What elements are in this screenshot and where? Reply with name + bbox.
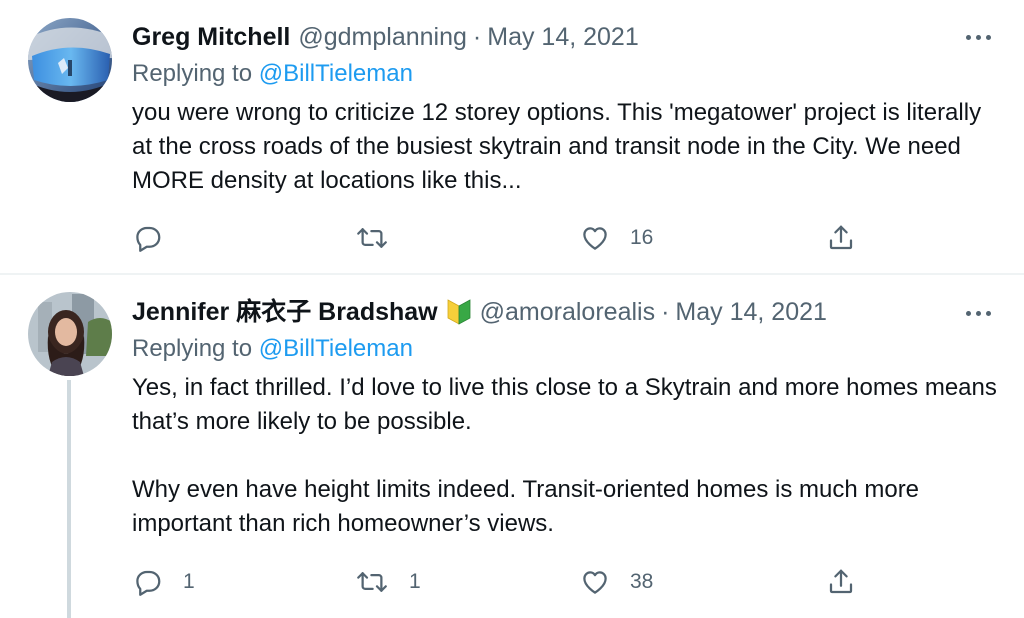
reply-button[interactable]: 1 [133, 562, 195, 602]
tweet-header: Greg Mitchell @gdmplanning · May 14, 202… [132, 22, 639, 52]
tweet-date[interactable]: May 14, 2021 [487, 22, 639, 52]
share-button[interactable] [826, 218, 856, 258]
retweet-count: 1 [409, 570, 421, 593]
action-bar: 1 1 38 [0, 562, 1024, 602]
tweet-jennifer-bradshaw[interactable]: Jennifer 麻衣子 Bradshaw @amoralorealis · M… [0, 275, 1024, 618]
replying-to: Replying to @BillTieleman [132, 59, 413, 89]
retweet-arrows-icon [357, 228, 387, 248]
reply-bubble-icon [136, 226, 161, 252]
replying-prefix: Replying to [132, 60, 259, 87]
avatar[interactable] [28, 292, 112, 376]
avatar[interactable] [28, 18, 112, 102]
japanese-beginner-badge-icon [447, 299, 471, 325]
reply-button[interactable] [133, 218, 163, 258]
action-bar: 16 [0, 218, 1024, 258]
reply-bubble-icon [136, 570, 161, 596]
retweet-arrows-icon [357, 572, 387, 592]
author-handle[interactable]: @amoralorealis [480, 297, 655, 327]
heart-icon [583, 571, 607, 594]
separator-dot: · [661, 298, 670, 326]
replying-mention-link[interactable]: @BillTieleman [259, 60, 413, 87]
tweet-paragraph: Yes, in fact thrilled. I’d love to live … [132, 374, 997, 435]
like-count: 38 [630, 570, 654, 593]
like-button[interactable]: 16 [580, 218, 653, 258]
retweet-button[interactable]: 1 [355, 562, 421, 602]
more-dots-icon[interactable] [958, 27, 998, 47]
author-name[interactable]: Greg Mitchell [132, 22, 290, 52]
replying-prefix: Replying to [132, 335, 259, 362]
share-upload-icon [829, 225, 853, 250]
tweet-date[interactable]: May 14, 2021 [675, 297, 827, 327]
heart-icon [583, 227, 607, 250]
author-name[interactable]: Jennifer 麻衣子 Bradshaw [132, 297, 438, 327]
like-count: 16 [630, 226, 654, 249]
author-handle[interactable]: @gdmplanning [298, 22, 467, 52]
reply-count: 1 [183, 570, 195, 593]
share-button[interactable] [826, 562, 856, 602]
tweet-paragraph: you were wrong to criticize 12 storey op… [132, 99, 982, 194]
more-dots-icon[interactable] [958, 303, 998, 323]
share-upload-icon [829, 569, 853, 594]
tweet-text: Yes, in fact thrilled. I’d love to live … [132, 371, 1002, 541]
replying-mention-link[interactable]: @BillTieleman [259, 335, 413, 362]
separator-dot: · [472, 23, 482, 51]
retweet-button[interactable] [355, 218, 389, 258]
tweet-header: Jennifer 麻衣子 Bradshaw @amoralorealis · M… [132, 297, 827, 327]
like-button[interactable]: 38 [580, 562, 653, 602]
tweet-paragraph: Why even have height limits indeed. Tran… [132, 476, 920, 537]
replying-to: Replying to @BillTieleman [132, 334, 413, 364]
tweet-greg-mitchell[interactable]: Greg Mitchell @gdmplanning · May 14, 202… [0, 0, 1024, 274]
tweet-text: you were wrong to criticize 12 storey op… [132, 96, 1002, 198]
